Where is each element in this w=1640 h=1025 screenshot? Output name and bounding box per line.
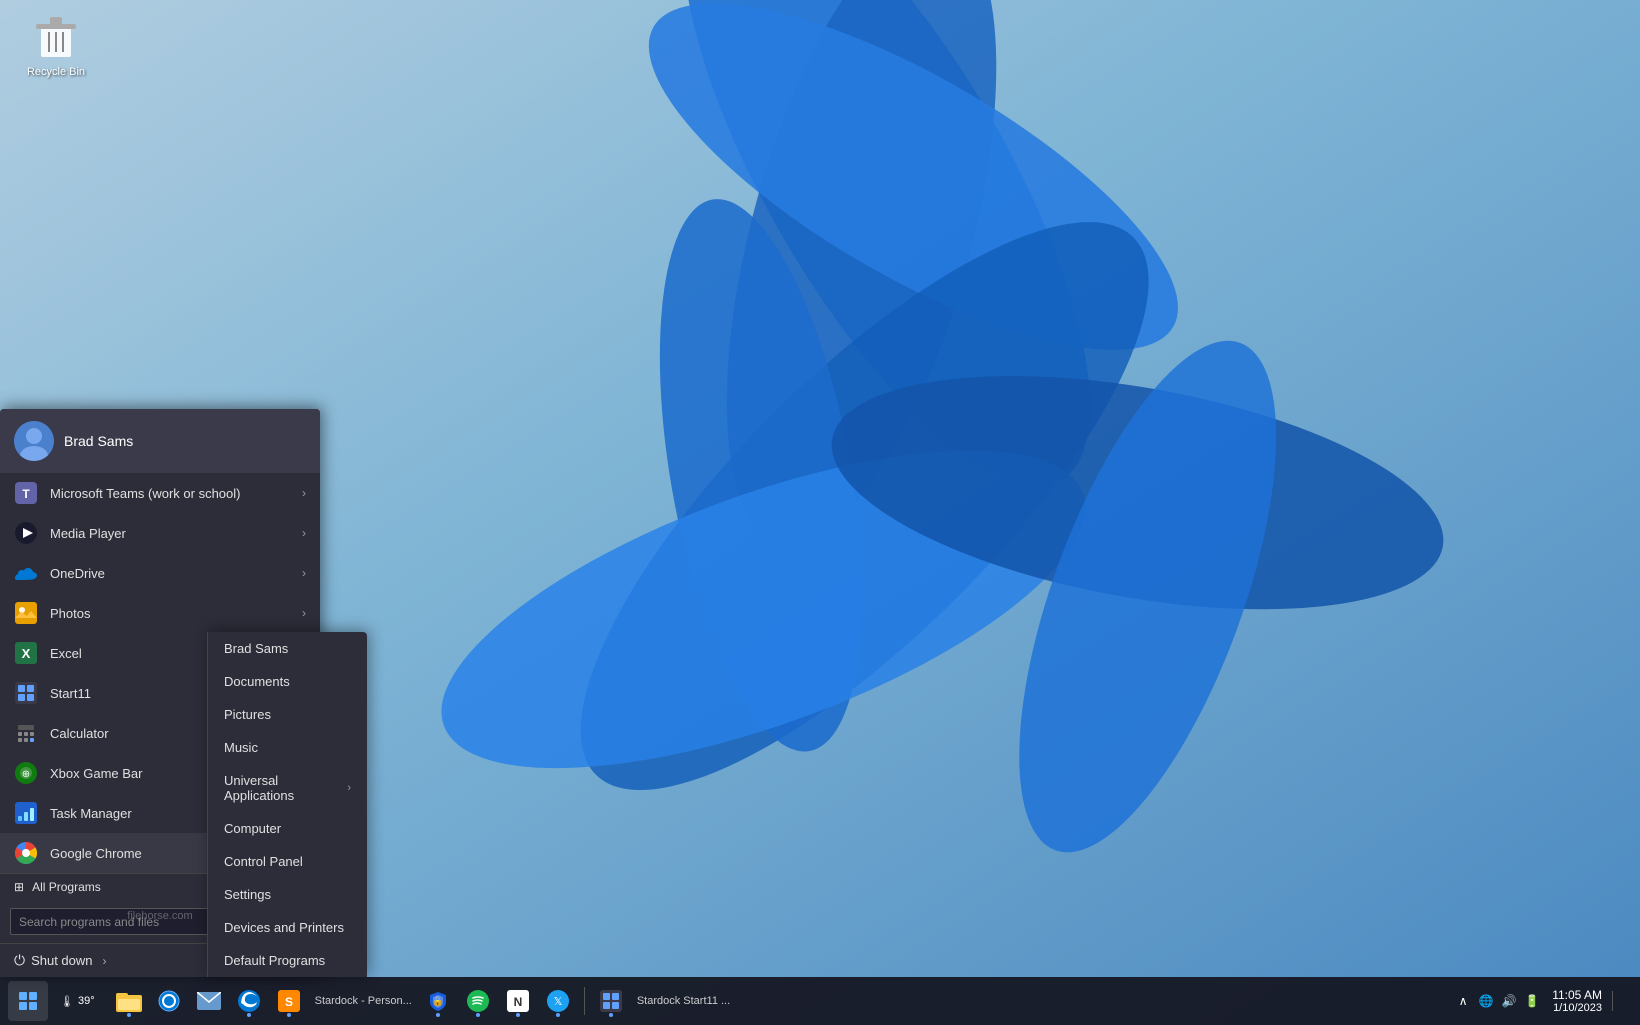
taskbar-separator — [584, 987, 585, 1015]
default-programs-label: Default Programs — [224, 953, 325, 968]
svg-text:T: T — [22, 487, 30, 501]
program-item-teams[interactable]: T Microsoft Teams (work or school) › — [0, 473, 320, 513]
program-item-onedrive[interactable]: OneDrive › — [0, 553, 320, 593]
media-chevron: › — [302, 526, 306, 540]
start11-icon — [14, 681, 38, 705]
tray-volume[interactable]: 🔊 — [1499, 991, 1519, 1011]
documents-label: Documents — [224, 674, 290, 689]
computer-label: Computer — [224, 821, 281, 836]
svg-text:X: X — [22, 646, 31, 661]
tray-icons: ∧ 🌐 🔊 🔋 — [1453, 991, 1542, 1011]
taskbar-bitwarden[interactable]: 🔒 — [420, 983, 456, 1019]
xbox-icon: ⊕ — [14, 761, 38, 785]
teams-chevron: › — [302, 486, 306, 500]
onedrive-icon — [14, 561, 38, 585]
universal-apps-chevron: › — [347, 782, 351, 794]
shutdown-label: Shut down — [31, 953, 92, 968]
svg-text:N: N — [513, 995, 522, 1009]
svg-text:⊕: ⊕ — [22, 769, 30, 780]
task-manager-icon — [14, 801, 38, 825]
photos-icon — [14, 601, 38, 625]
right-panel: Brad Sams Documents Pictures Music Unive… — [207, 632, 367, 977]
svg-text:𝕏: 𝕏 — [553, 996, 562, 1008]
teams-label: Microsoft Teams (work or school) — [50, 486, 290, 501]
right-item-universal-apps[interactable]: Universal Applications › — [208, 764, 367, 812]
svg-text:S: S — [285, 995, 293, 1009]
media-icon — [14, 521, 38, 545]
shutdown-chevron: › — [103, 954, 107, 968]
svg-text:♻: ♻ — [52, 17, 61, 28]
start-button[interactable] — [8, 981, 48, 1021]
taskbar-stardock[interactable]: S — [271, 983, 307, 1019]
settings-label: Settings — [224, 887, 271, 902]
grid-icon: ⊞ — [14, 880, 24, 894]
weather-temp: 39° — [78, 995, 95, 1007]
right-item-control-panel[interactable]: Control Panel — [208, 845, 367, 878]
taskbar-mail[interactable] — [191, 983, 227, 1019]
start-menu-header: Brad Sams — [0, 409, 320, 473]
tray-network[interactable]: 🌐 — [1476, 991, 1496, 1011]
chrome-icon — [14, 841, 38, 865]
desktop: ♻ Recycle Bin Brad Sams — [0, 0, 1640, 1025]
tray-chevron[interactable]: ∧ — [1453, 991, 1473, 1011]
clock-date: 1/10/2023 — [1553, 1002, 1602, 1014]
right-item-music[interactable]: Music — [208, 731, 367, 764]
clock-time: 11:05 AM — [1552, 988, 1602, 1002]
media-label: Media Player — [50, 526, 290, 541]
svg-text:🔒: 🔒 — [432, 996, 443, 1006]
recycle-bin-label: Recycle Bin — [27, 66, 85, 78]
all-programs-label: All Programs — [32, 880, 101, 894]
taskbar-notion[interactable]: N — [500, 983, 536, 1019]
onedrive-label: OneDrive — [50, 566, 290, 581]
taskbar-weather[interactable]: 🌡 39° — [52, 995, 103, 1008]
start11-taskbar-text: Stardock Start11 ... — [637, 995, 730, 1007]
photos-chevron: › — [302, 606, 306, 620]
program-item-photos[interactable]: Photos › — [0, 593, 320, 633]
devices-printers-label: Devices and Printers — [224, 920, 344, 935]
tray-battery[interactable]: 🔋 — [1522, 991, 1542, 1011]
right-item-computer[interactable]: Computer — [208, 812, 367, 845]
right-item-devices-printers[interactable]: Devices and Printers — [208, 911, 367, 944]
weather-icon: 🌡 — [60, 995, 74, 1008]
program-item-media[interactable]: Media Player › — [0, 513, 320, 553]
clock-area[interactable]: 11:05 AM 1/10/2023 — [1548, 986, 1606, 1016]
right-item-default-programs[interactable]: Default Programs — [208, 944, 367, 977]
taskbar-cortana[interactable] — [151, 983, 187, 1019]
user-avatar[interactable] — [14, 421, 54, 461]
taskbar-right: ∧ 🌐 🔊 🔋 11:05 AM 1/10/2023 — [1453, 986, 1632, 1016]
shutdown-icon: ⏻ — [14, 952, 25, 969]
user-name-header: Brad Sams — [64, 433, 133, 449]
right-item-settings[interactable]: Settings — [208, 878, 367, 911]
taskbar-stardock-label: Stardock - Person... — [311, 983, 416, 1019]
calculator-icon — [14, 721, 38, 745]
taskbar-start11[interactable] — [593, 983, 629, 1019]
universal-apps-label: Universal Applications — [224, 773, 347, 803]
right-item-pictures[interactable]: Pictures — [208, 698, 367, 731]
show-desktop[interactable] — [1612, 991, 1632, 1011]
brad-sams-label: Brad Sams — [224, 641, 288, 656]
taskbar-left: 🌡 39° — [8, 981, 103, 1021]
photos-label: Photos — [50, 606, 290, 621]
recycle-bin[interactable]: ♻ Recycle Bin — [20, 15, 92, 78]
taskbar-edge[interactable] — [231, 983, 267, 1019]
taskbar-twitter[interactable]: 𝕏 — [540, 983, 576, 1019]
excel-icon: X — [14, 641, 38, 665]
taskbar-spotify[interactable] — [460, 983, 496, 1019]
stardock-text: Stardock - Person... — [315, 995, 412, 1007]
taskbar-center: S Stardock - Person... 🔒 — [111, 983, 1454, 1019]
taskbar-file-explorer[interactable] — [111, 983, 147, 1019]
taskbar-start11-label: Stardock Start11 ... — [633, 983, 734, 1019]
onedrive-chevron: › — [302, 566, 306, 580]
teams-icon: T — [14, 481, 38, 505]
recycle-bin-icon: ♻ — [32, 15, 80, 63]
music-label: Music — [224, 740, 258, 755]
control-panel-label: Control Panel — [224, 854, 303, 869]
right-item-documents[interactable]: Documents — [208, 665, 367, 698]
taskbar: 🌡 39° — [0, 977, 1640, 1025]
right-item-brad-sams[interactable]: Brad Sams — [208, 632, 367, 665]
pictures-label: Pictures — [224, 707, 271, 722]
